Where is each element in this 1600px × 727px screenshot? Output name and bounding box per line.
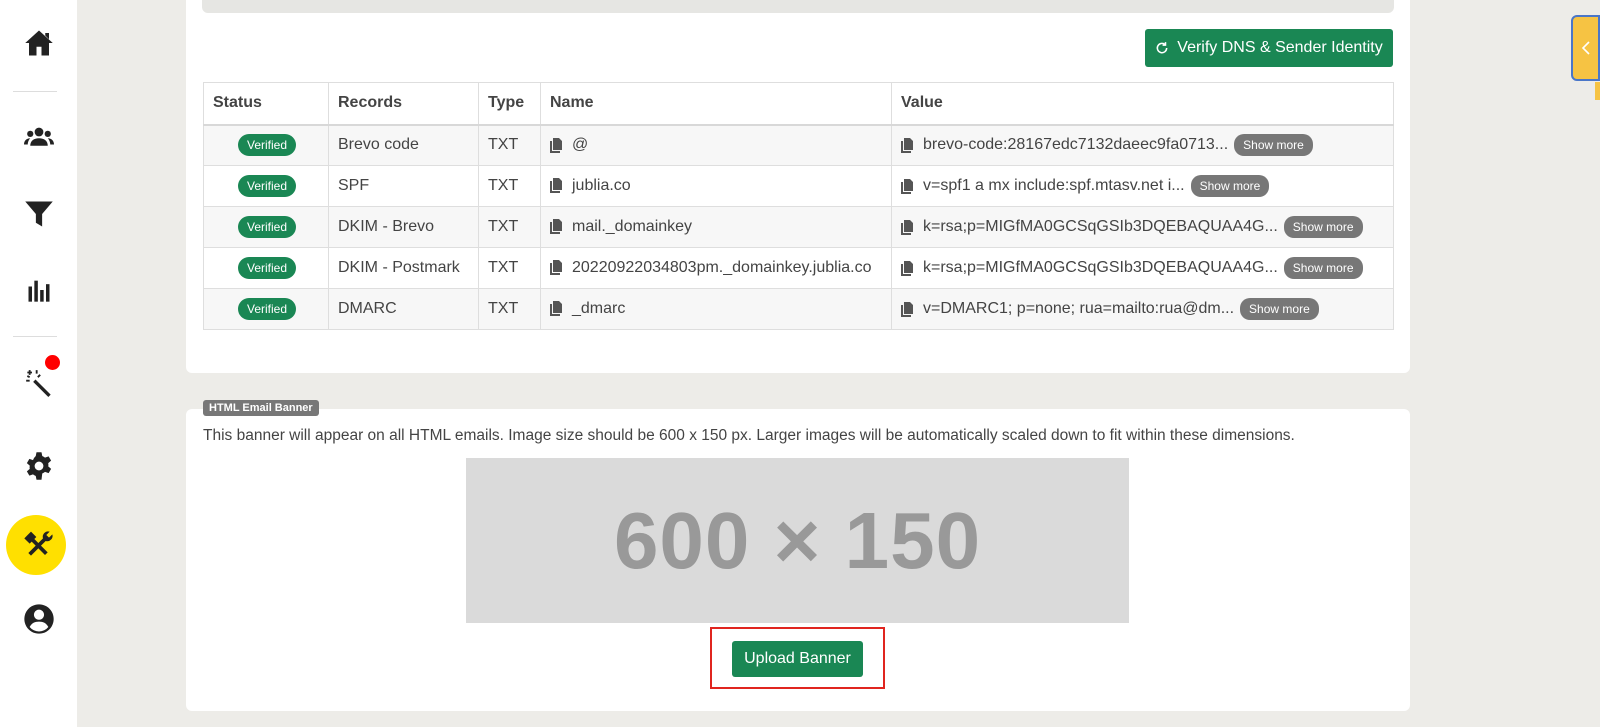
value-cell: v=DMARC1; p=none; rua=mailto:rua@dm... Sh… bbox=[891, 288, 1394, 330]
value-text: k=rsa;p=MIGfMA0GCSqGSIb3DQEBAQUAA4G... bbox=[923, 218, 1278, 235]
banner-placeholder-image: 600 × 150 bbox=[466, 458, 1129, 623]
record-cell: DKIM - Brevo bbox=[328, 206, 479, 248]
notification-dot bbox=[45, 355, 60, 370]
show-more-button[interactable]: Show more bbox=[1283, 257, 1363, 279]
copy-icon[interactable] bbox=[901, 219, 913, 235]
header-name: Name bbox=[540, 82, 892, 126]
status-badge: Verified bbox=[238, 298, 297, 320]
header-records: Records bbox=[328, 82, 479, 126]
show-more-button[interactable]: Show more bbox=[1234, 134, 1313, 157]
name-cell: mail._domainkey bbox=[540, 206, 892, 248]
status-badge: Verified bbox=[238, 257, 297, 279]
sidebar-item-contacts[interactable] bbox=[0, 107, 77, 167]
sidebar-item-tools[interactable] bbox=[0, 515, 77, 575]
value-text: v=DMARC1; p=none; rua=mailto:rua@dm... bbox=[923, 300, 1235, 317]
sidebar-item-home[interactable] bbox=[0, 13, 77, 73]
status-cell: Verified bbox=[203, 165, 329, 207]
header-type: Type bbox=[478, 82, 541, 126]
value-cell: k=rsa;p=MIGfMA0GCSqGSIb3DQEBAQUAA4G... Sh… bbox=[891, 206, 1394, 248]
magic-wand-icon bbox=[25, 370, 51, 397]
type-cell: TXT bbox=[478, 288, 541, 330]
type-cell: TXT bbox=[478, 206, 541, 248]
table-header-row: Status Records Type Name Value bbox=[203, 82, 1394, 126]
copy-icon[interactable] bbox=[550, 260, 562, 276]
copy-icon[interactable] bbox=[901, 301, 913, 317]
sidebar-item-analytics[interactable] bbox=[0, 260, 77, 320]
dns-records-table: Status Records Type Name Value Verified … bbox=[203, 82, 1394, 330]
sidebar-item-account[interactable] bbox=[0, 589, 77, 649]
show-more-button[interactable]: Show more bbox=[1240, 298, 1319, 320]
bar-chart-icon bbox=[28, 280, 49, 302]
copy-icon[interactable] bbox=[901, 260, 913, 276]
status-cell: Verified bbox=[203, 206, 329, 248]
table-row: Verified DKIM - Brevo TXT mail._domainke… bbox=[203, 206, 1394, 248]
copy-icon[interactable] bbox=[901, 178, 913, 194]
copy-icon[interactable] bbox=[550, 301, 562, 317]
status-cell: Verified bbox=[203, 288, 329, 330]
account-icon bbox=[23, 604, 54, 634]
type-cell: TXT bbox=[478, 124, 541, 166]
record-cell: DKIM - Postmark bbox=[328, 247, 479, 289]
status-cell: Verified bbox=[203, 247, 329, 289]
type-cell: TXT bbox=[478, 165, 541, 207]
gear-icon bbox=[26, 452, 51, 480]
home-icon bbox=[24, 30, 53, 56]
show-more-button[interactable]: Show more bbox=[1283, 216, 1363, 238]
value-text: v=spf1 a mx include:spf.mtasv.net i... bbox=[923, 177, 1185, 194]
status-badge: Verified bbox=[238, 134, 297, 157]
record-cell: DMARC bbox=[328, 288, 479, 330]
status-badge: Verified bbox=[238, 216, 297, 238]
table-row: Verified Brevo code TXT @ brevo-code:281… bbox=[203, 124, 1394, 166]
tools-icon bbox=[23, 531, 53, 556]
sidebar-divider bbox=[13, 91, 57, 92]
sidebar-divider bbox=[13, 336, 57, 337]
record-cell: SPF bbox=[328, 165, 479, 207]
show-more-button[interactable]: Show more bbox=[1190, 175, 1270, 197]
placeholder-text: 600 × 150 bbox=[613, 495, 982, 585]
verify-dns-label: Verify DNS & Sender Identity bbox=[1177, 39, 1383, 56]
status-badge: Verified bbox=[238, 175, 297, 197]
value-cell: v=spf1 a mx include:spf.mtasv.net i... Sh… bbox=[891, 165, 1394, 207]
side-panel-toggle[interactable] bbox=[1571, 15, 1600, 81]
copy-icon[interactable] bbox=[550, 219, 562, 235]
section-tag: HTML Email Banner bbox=[203, 400, 319, 416]
table-row: Verified DKIM - Postmark TXT 20220922034… bbox=[203, 247, 1394, 289]
banner-description: This banner will appear on all HTML emai… bbox=[203, 427, 1295, 444]
sidebar-item-automation[interactable] bbox=[0, 353, 77, 413]
name-cell: jublia.co bbox=[540, 165, 892, 207]
name-text: jublia.co bbox=[572, 176, 631, 194]
copy-icon[interactable] bbox=[550, 137, 562, 153]
sidebar-item-filters[interactable] bbox=[0, 184, 77, 244]
value-cell: brevo-code:28167edc7132daeec9fa0713... Sh… bbox=[891, 124, 1394, 166]
copy-icon[interactable] bbox=[901, 137, 913, 153]
table-row: Verified SPF TXT jublia.co v=spf1 a mx i… bbox=[203, 165, 1394, 207]
filter-icon bbox=[24, 201, 53, 227]
users-icon bbox=[23, 127, 54, 146]
record-cell: Brevo code bbox=[328, 124, 479, 166]
value-text: k=rsa;p=MIGfMA0GCSqGSIb3DQEBAQUAA4G... bbox=[923, 259, 1278, 276]
value-cell: k=rsa;p=MIGfMA0GCSqGSIb3DQEBAQUAA4G... Sh… bbox=[891, 247, 1394, 289]
table-row: Verified DMARC TXT _dmarc v=DMARC1; p=no… bbox=[203, 288, 1394, 330]
status-cell: Verified bbox=[203, 124, 329, 166]
header-status: Status bbox=[203, 82, 329, 126]
verify-dns-button[interactable]: Verify DNS & Sender Identity bbox=[1145, 29, 1393, 67]
name-text: @ bbox=[572, 136, 589, 154]
sidebar bbox=[0, 0, 77, 727]
card-top-strip bbox=[202, 0, 1394, 13]
value-text: brevo-code:28167edc7132daeec9fa0713... bbox=[923, 136, 1229, 154]
chevron-left-icon bbox=[1581, 41, 1590, 55]
sidebar-item-settings[interactable] bbox=[0, 436, 77, 496]
name-cell: _dmarc bbox=[540, 288, 892, 330]
upload-banner-button[interactable]: Upload Banner bbox=[732, 641, 863, 677]
name-text: mail._domainkey bbox=[572, 217, 693, 235]
copy-icon[interactable] bbox=[550, 178, 562, 194]
name-cell: 20220922034803pm._domainkey.jublia.co bbox=[540, 247, 892, 289]
header-value: Value bbox=[891, 82, 1394, 126]
refresh-icon bbox=[1156, 42, 1168, 54]
side-tab-edge bbox=[1595, 82, 1600, 100]
type-cell: TXT bbox=[478, 247, 541, 289]
name-cell: @ bbox=[540, 124, 892, 166]
name-text: _dmarc bbox=[572, 299, 626, 317]
name-text: 20220922034803pm._domainkey.jublia.co bbox=[572, 258, 872, 276]
